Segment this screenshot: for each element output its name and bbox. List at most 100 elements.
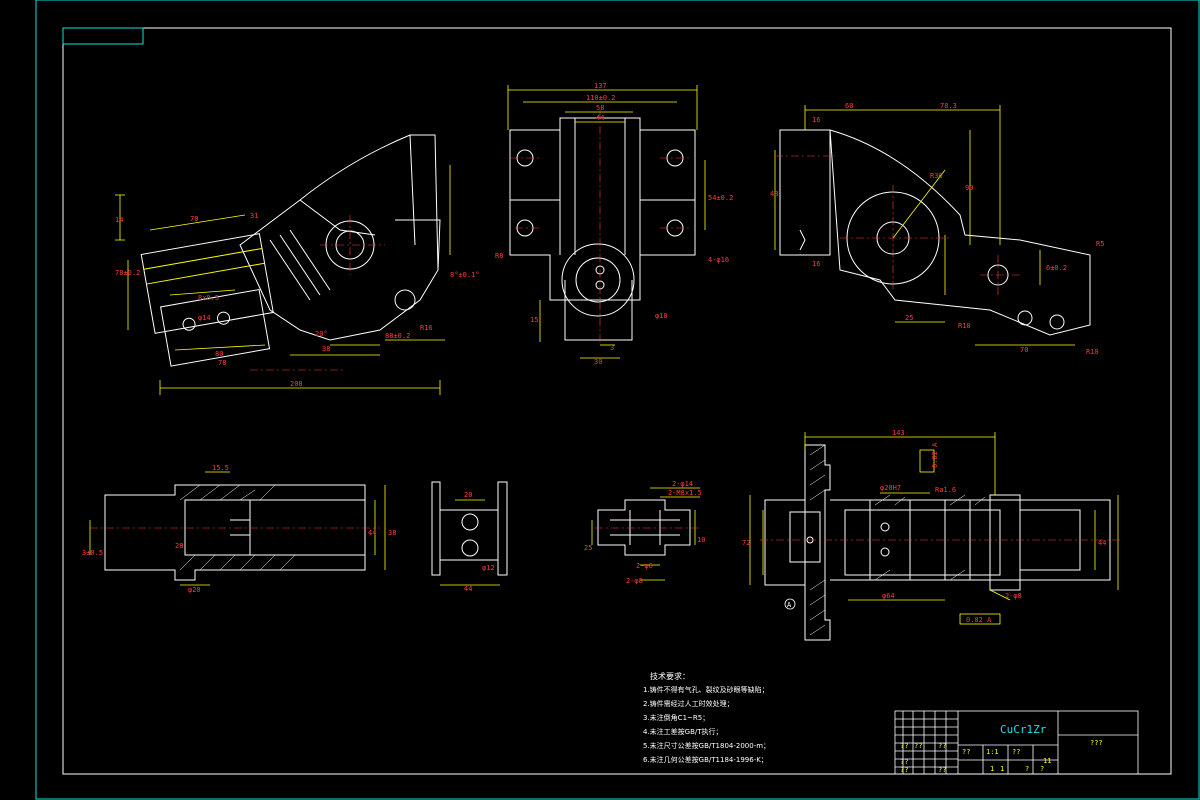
v7-dim-2x: 2-φ8 <box>1005 592 1022 600</box>
title-block-drawing-name: ??? <box>1090 739 1103 747</box>
v7-datum-a: A <box>787 601 792 609</box>
v3-dim-p: 6±0.2 <box>1046 264 1067 272</box>
v6-dim-b: 2-M8x1.5 <box>668 489 702 497</box>
notes-line-4: 4.未注工差按GB/T执行； <box>643 727 723 736</box>
v7-dim-44: 44 <box>1098 539 1106 547</box>
view-2-centerlines <box>510 110 690 345</box>
view-6-pin-section <box>597 499 691 556</box>
v3-dim-16b: 16 <box>812 260 820 268</box>
v1-dim-d: 78 <box>218 359 226 367</box>
v4-dim-3: 3±0.5 <box>82 549 103 557</box>
view-3-side <box>779 129 1091 336</box>
title-block-cell-5: ?? <box>900 766 908 774</box>
v3-dim-90: 90 <box>965 184 973 192</box>
notes-line-5: 5.未注尺寸公差按GB/T1804-2000-m； <box>643 741 770 750</box>
title-block-cell-7: ?? <box>962 748 970 756</box>
v7-dim-perp: 0.02 A <box>966 616 992 624</box>
v2-dim-58: 58 <box>596 104 604 112</box>
view-7-assembly <box>764 444 1111 641</box>
title-block-cell-6: ?? <box>938 766 946 774</box>
v1-dim-total: 208 <box>290 380 303 388</box>
notes-line-3: 3.未注倒角C1~R5； <box>643 713 709 722</box>
v7-dim-72: 72 <box>742 539 750 547</box>
cad-drawing-canvas[interactable]: 208 70 31 14 78 80 8x0.5 78±0.2 38 20° 8… <box>0 0 1200 800</box>
v1-dim-m: φ14 <box>198 314 211 322</box>
title-block-cell-12: ? <box>1040 765 1044 773</box>
title-block-material: CuCr1Zr <box>1000 723 1047 736</box>
title-block-cell-11: ? <box>1025 765 1029 773</box>
view-4-hatching <box>179 484 296 571</box>
title-block-cell-9: 1 <box>990 765 994 773</box>
v2-dim-15: 15 <box>530 316 538 324</box>
v1-dim-f: 8x0.5 <box>198 294 219 302</box>
notes-line-2: 2.铸件需经过人工时效处理； <box>643 699 734 708</box>
notes-line-6: 6.未注几何公差按GB/T1184-1996-K； <box>643 755 768 764</box>
inner-frame <box>62 27 1172 775</box>
v5-dim-phi: φ12 <box>482 564 495 572</box>
v1-dim-a: 70 <box>190 215 198 223</box>
view-3-centerlines <box>775 155 1020 295</box>
v4-dim-38: 38 <box>388 529 396 537</box>
v3-dim-r10b: R10 <box>1086 348 1099 356</box>
v1-dim-j: 88±0.2 <box>385 332 410 340</box>
title-block-cell-10: 1 <box>1000 765 1004 773</box>
v3-dim-r36: R36 <box>930 172 943 180</box>
v2-dim-110: 110±0.2 <box>586 94 616 102</box>
title-block-cell-1: ?? <box>900 742 908 750</box>
v2-dim-44: 44 <box>596 114 604 122</box>
v2-dim-r8: R8 <box>495 252 503 260</box>
v2-dim-137: 137 <box>594 82 607 90</box>
v5-dim-20: 20 <box>464 491 472 499</box>
v1-dim-e: 80 <box>215 350 223 358</box>
notes-line-1: 1.铸件不得有气孔、裂纹及砂眼等缺陷； <box>643 685 769 694</box>
v7-dim-64: φ64 <box>882 592 895 600</box>
view-1-dimensions <box>115 165 451 395</box>
v7-dim-tol: 0.02 A <box>931 442 939 468</box>
title-block-cell-3: ?? <box>938 742 946 750</box>
v1-dim-i: 20° <box>315 330 328 338</box>
view-2-front <box>509 117 696 341</box>
v3-dim-r5: R5 <box>1096 240 1104 248</box>
v3-dim-16a: 16 <box>812 116 820 124</box>
v2-dim-3: 3 <box>610 344 614 352</box>
v6-dim-c: 2-φ6 <box>636 562 653 570</box>
v1-dim-b: 31 <box>250 212 258 220</box>
corner-label-box <box>62 27 144 45</box>
v3-dim-70: 70 <box>1020 346 1028 354</box>
technical-notes: 技术要求： 1.铸件不得有气孔、裂纹及砂眼等缺陷； 2.铸件需经过人工时效处理；… <box>643 671 770 764</box>
v4-dim-44: 44 <box>368 529 376 537</box>
v1-dim-h: 38 <box>322 345 330 353</box>
v6-dim-f: 10 <box>697 536 705 544</box>
v3-dim-48: 48 <box>770 190 778 198</box>
v2-dim-4x: 4-φ16 <box>708 256 729 264</box>
v6-dim-e: 25 <box>584 544 592 552</box>
view-4-dimensions <box>89 471 386 586</box>
outer-frame <box>35 0 1200 800</box>
v7-dim-phi20: φ20H7 <box>880 484 901 492</box>
view-4-shaft-section <box>104 484 366 581</box>
title-block-scale: 1:1 <box>986 748 999 756</box>
view-5-dimensions <box>440 499 500 586</box>
v3-dim-60: 60 <box>845 102 853 110</box>
title-block-sheets: 11 <box>1043 757 1051 765</box>
notes-title: 技术要求： <box>650 671 690 681</box>
title-block-cell-2: ?? <box>914 742 922 750</box>
v7-dim-143: 143 <box>892 429 905 437</box>
v2-dim-phi: φ10 <box>655 312 668 320</box>
v1-dim-g: 78±0.2 <box>115 269 140 277</box>
v4-dim-phi: φ20 <box>188 586 201 594</box>
v5-dim-44: 44 <box>464 585 472 593</box>
title-block-cell-8: ?? <box>1012 748 1020 756</box>
v4-dim-28: 28 <box>175 542 183 550</box>
v3-dim-25: 25 <box>905 314 913 322</box>
v7-dim-ra: Ra1.6 <box>935 486 956 494</box>
v1-dim-c: 14 <box>115 216 123 224</box>
v3-dim-783: 78.3 <box>940 102 957 110</box>
v4-dim-155: 15.5 <box>212 464 229 472</box>
v6-dim-d: 2-φ8 <box>626 577 643 585</box>
v6-dim-a: 2-φ14 <box>672 480 693 488</box>
v3-dim-r10a: R10 <box>958 322 971 330</box>
v1-dim-l: 8°±0.1° <box>450 271 480 279</box>
v2-dim-30: 30 <box>594 358 602 366</box>
title-block-cell-4: ?? <box>900 758 908 766</box>
